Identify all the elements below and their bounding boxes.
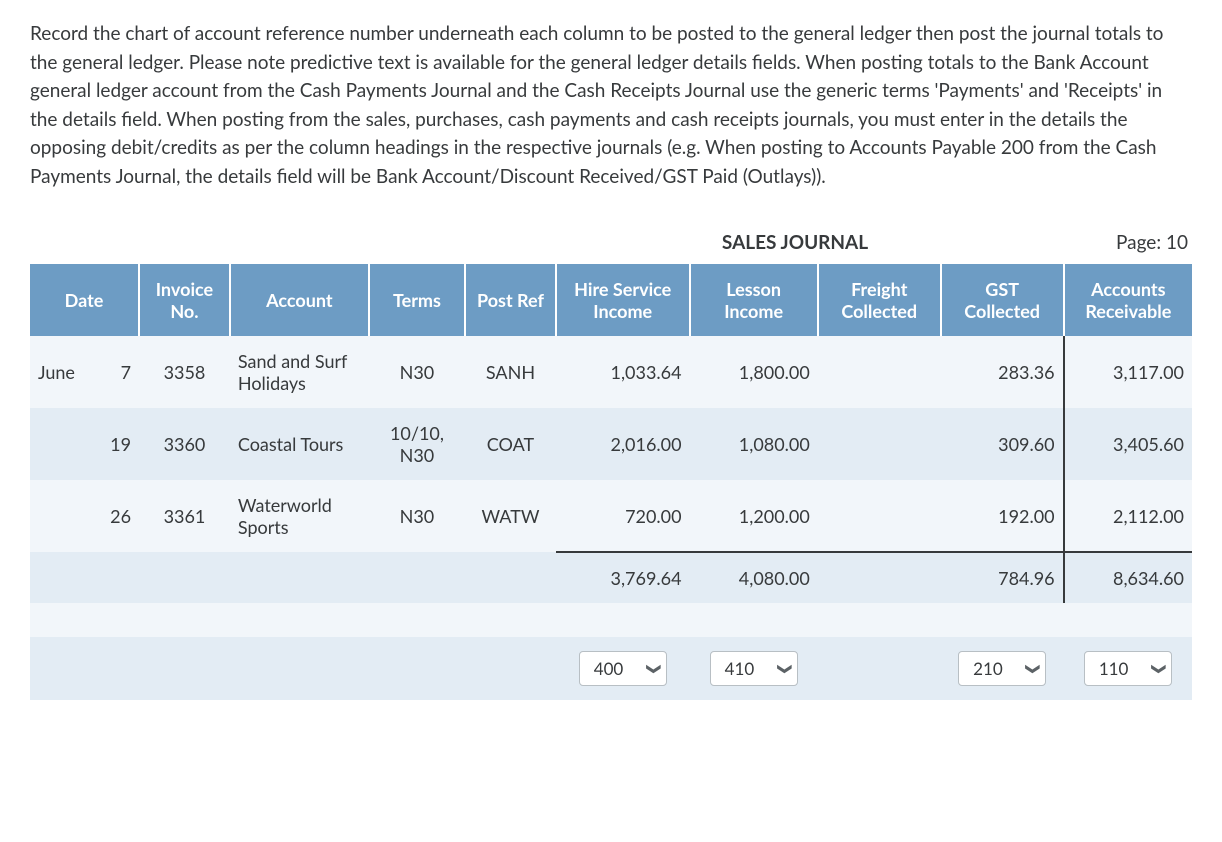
cell-terms: N30	[369, 336, 465, 408]
journal-title: SALES JOURNAL	[722, 231, 868, 254]
cell-month: June	[30, 336, 94, 408]
ref-value: 400	[594, 658, 624, 679]
chevron-down-icon: ❮	[1022, 663, 1040, 675]
cell-freight-collected	[818, 336, 941, 408]
cell-accounts-receivable: 2,112.00	[1064, 480, 1192, 552]
journal-page-label: Page: 10	[1116, 231, 1188, 254]
cell-invoice-no: 3360	[139, 408, 230, 480]
ref-value: 410	[725, 658, 755, 679]
header-invoice-no: Invoice No.	[139, 264, 230, 336]
cell-terms: N30	[369, 480, 465, 552]
cell-account: Waterworld Sports	[230, 480, 369, 552]
header-accounts-receivable: Accounts Receivable	[1064, 264, 1192, 336]
cell-terms: 10/10, N30	[369, 408, 465, 480]
table-header-row: Date Invoice No. Account Terms Post Ref …	[30, 264, 1192, 336]
cell-hire-service-income: 720.00	[556, 480, 690, 552]
cell-freight-collected	[818, 480, 941, 552]
cell-accounts-receivable: 3,117.00	[1064, 336, 1192, 408]
spacer-row	[30, 603, 1192, 637]
ref-select-gst-collected[interactable]: 210 ❮	[958, 651, 1046, 686]
cell-invoice-no: 3358	[139, 336, 230, 408]
cell-freight-collected	[818, 408, 941, 480]
cell-lesson-income: 1,200.00	[690, 480, 818, 552]
cell-lesson-income: 1,800.00	[690, 336, 818, 408]
table-row: June 7 3358 Sand and Surf Holidays N30 S…	[30, 336, 1192, 408]
ref-select-accounts-receivable[interactable]: 110 ❮	[1084, 651, 1172, 686]
cell-accounts-receivable: 3,405.60	[1064, 408, 1192, 480]
total-gst-collected: 784.96	[941, 552, 1064, 603]
cell-post-ref: SANH	[465, 336, 556, 408]
cell-account: Coastal Tours	[230, 408, 369, 480]
header-gst-collected: GST Collected	[941, 264, 1064, 336]
cell-post-ref: COAT	[465, 408, 556, 480]
cell-invoice-no: 3361	[139, 480, 230, 552]
cell-month	[30, 480, 94, 552]
header-lesson-income: Lesson Income	[690, 264, 818, 336]
total-hire-service-income: 3,769.64	[556, 552, 690, 603]
sales-journal-table: Date Invoice No. Account Terms Post Ref …	[30, 264, 1192, 700]
instructions-text: Record the chart of account reference nu…	[30, 20, 1192, 191]
cell-lesson-income: 1,080.00	[690, 408, 818, 480]
cell-day: 7	[94, 336, 139, 408]
header-date: Date	[30, 264, 139, 336]
header-account: Account	[230, 264, 369, 336]
ref-value: 110	[1099, 658, 1129, 679]
table-row: 19 3360 Coastal Tours 10/10, N30 COAT 2,…	[30, 408, 1192, 480]
cell-day: 19	[94, 408, 139, 480]
cell-account: Sand and Surf Holidays	[230, 336, 369, 408]
chevron-down-icon: ❮	[774, 663, 792, 675]
cell-gst-collected: 309.60	[941, 408, 1064, 480]
chevron-down-icon: ❮	[643, 663, 661, 675]
ref-select-hire-service-income[interactable]: 400 ❮	[579, 651, 667, 686]
total-accounts-receivable: 8,634.60	[1064, 552, 1192, 603]
journal-header: SALES JOURNAL Page: 10	[30, 231, 1192, 264]
cell-gst-collected: 283.36	[941, 336, 1064, 408]
header-hire-service-income: Hire Service Income	[556, 264, 690, 336]
ref-select-lesson-income[interactable]: 410 ❮	[710, 651, 798, 686]
total-lesson-income: 4,080.00	[690, 552, 818, 603]
cell-hire-service-income: 1,033.64	[556, 336, 690, 408]
totals-row: 3,769.64 4,080.00 784.96 8,634.60	[30, 552, 1192, 603]
header-terms: Terms	[369, 264, 465, 336]
header-post-ref: Post Ref	[465, 264, 556, 336]
cell-hire-service-income: 2,016.00	[556, 408, 690, 480]
header-freight-collected: Freight Collected	[818, 264, 941, 336]
reference-selectors-row: 400 ❮ 410 ❮ 210 ❮ 110 ❮	[30, 637, 1192, 700]
cell-post-ref: WATW	[465, 480, 556, 552]
cell-month	[30, 408, 94, 480]
ref-value: 210	[973, 658, 1003, 679]
table-row: 26 3361 Waterworld Sports N30 WATW 720.0…	[30, 480, 1192, 552]
cell-gst-collected: 192.00	[941, 480, 1064, 552]
chevron-down-icon: ❮	[1148, 663, 1166, 675]
cell-day: 26	[94, 480, 139, 552]
total-freight-collected	[818, 552, 941, 603]
